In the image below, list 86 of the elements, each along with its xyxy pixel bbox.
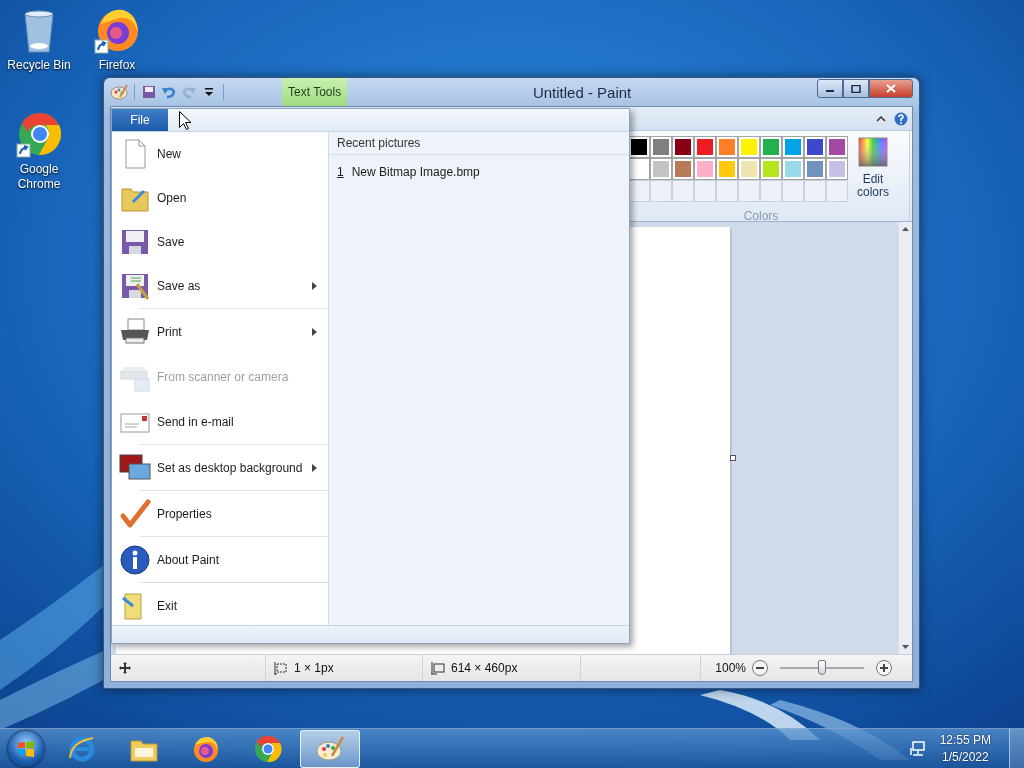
menu-item[interactable]: Save as <box>112 264 328 308</box>
menu-item[interactable]: New <box>112 132 328 176</box>
maximize-icon <box>851 84 861 93</box>
close-icon <box>886 84 896 93</box>
color-swatch[interactable] <box>827 159 847 179</box>
empty-swatch[interactable] <box>673 181 693 201</box>
color-swatch[interactable] <box>739 137 759 157</box>
color-swatch[interactable] <box>673 159 693 179</box>
zoom-out-button[interactable] <box>752 660 768 676</box>
file-tab[interactable]: File <box>112 109 168 131</box>
contextual-tab[interactable]: Text Tools <box>282 78 348 106</box>
color-swatch[interactable] <box>717 137 737 157</box>
color-swatch[interactable] <box>651 159 671 179</box>
empty-swatch[interactable] <box>629 181 649 201</box>
empty-swatch[interactable] <box>695 181 715 201</box>
vertical-scrollbar[interactable] <box>898 222 912 654</box>
color-swatch[interactable] <box>761 159 781 179</box>
maximize-button[interactable] <box>843 79 869 98</box>
color-swatch[interactable] <box>783 137 803 157</box>
slider-thumb[interactable] <box>818 660 826 675</box>
scroll-up-icon <box>902 226 909 231</box>
paint-palette-icon <box>110 83 128 101</box>
windows-logo-icon <box>17 739 35 758</box>
minimize-button[interactable] <box>817 79 843 98</box>
group-label: Colors <box>743 209 779 223</box>
collapse-ribbon-button[interactable] <box>876 114 886 123</box>
menu-item[interactable]: Save <box>112 220 328 264</box>
icon-label[interactable]: Firefox <box>98 58 136 73</box>
selection-size-icon <box>274 661 288 675</box>
help-icon <box>894 111 908 126</box>
menu-item[interactable]: Set as desktop background <box>112 445 328 490</box>
color-swatch[interactable] <box>805 159 825 179</box>
color-swatch[interactable] <box>629 137 649 157</box>
resize-handle[interactable] <box>730 455 736 461</box>
icon-label[interactable]: Recycle Bin <box>7 58 71 73</box>
close-button[interactable] <box>869 79 913 98</box>
color-swatch[interactable] <box>695 159 715 179</box>
menu-item[interactable]: Exit <box>112 583 328 628</box>
caret-up-icon <box>876 114 886 123</box>
color-swatch[interactable] <box>739 159 759 179</box>
start-button[interactable] <box>8 730 44 767</box>
clock-date[interactable]: 1/5/2022 <box>941 748 989 766</box>
canvas-size-icon <box>431 661 445 675</box>
edit-colors-button[interactable]: Edit colors <box>853 137 893 199</box>
color-spectrum-icon <box>858 137 888 167</box>
menu-item[interactable]: Print <box>112 309 328 354</box>
color-swatch[interactable] <box>629 159 649 179</box>
empty-swatch[interactable] <box>651 181 671 201</box>
checkmark-icon <box>119 497 151 530</box>
empty-swatch[interactable] <box>783 181 803 201</box>
color-swatch[interactable] <box>783 159 803 179</box>
move-icon <box>119 662 131 674</box>
info-icon <box>119 543 151 576</box>
menu-item[interactable]: Open <box>112 176 328 220</box>
color-swatch[interactable] <box>761 137 781 157</box>
menu-item[interactable]: Send in e-mail <box>112 399 328 444</box>
mouse-cursor-icon <box>179 111 191 130</box>
empty-swatch[interactable] <box>761 181 781 201</box>
empty-swatch[interactable] <box>827 181 847 201</box>
window-title: Untitled - Paint <box>531 83 633 101</box>
section-heading: Recent pictures <box>329 136 629 155</box>
empty-swatch[interactable] <box>717 181 737 201</box>
zoom-in-button[interactable] <box>876 660 892 676</box>
color-swatch[interactable] <box>805 137 825 157</box>
taskbar-button[interactable] <box>300 729 360 768</box>
color-swatch[interactable] <box>651 137 671 157</box>
clock-time[interactable]: 12:55 PM <box>939 731 991 749</box>
minus-icon <box>756 664 764 672</box>
color-swatch[interactable] <box>717 159 737 179</box>
icon-label[interactable]: Google Chrome <box>0 162 78 192</box>
show-desktop-button[interactable] <box>1009 729 1024 768</box>
empty-swatch[interactable] <box>739 181 759 201</box>
plus-icon <box>880 664 888 672</box>
color-swatch[interactable] <box>673 137 693 157</box>
scroll-down-icon <box>902 645 909 650</box>
color-swatch[interactable] <box>827 137 847 157</box>
zoom-level: 100% <box>715 661 746 675</box>
selection-size-text: 1 × 1px <box>294 661 334 675</box>
recent-file-item[interactable]: 1 New Bitmap Image.bmp <box>329 163 488 181</box>
menu-item[interactable]: About Paint <box>112 537 328 582</box>
color-swatch[interactable] <box>695 137 715 157</box>
canvas-size-text: 614 × 460px <box>451 661 518 675</box>
empty-swatch[interactable] <box>805 181 825 201</box>
browser-icon <box>253 733 283 764</box>
menu-item[interactable]: Properties <box>112 491 328 536</box>
network-icon <box>909 740 926 757</box>
